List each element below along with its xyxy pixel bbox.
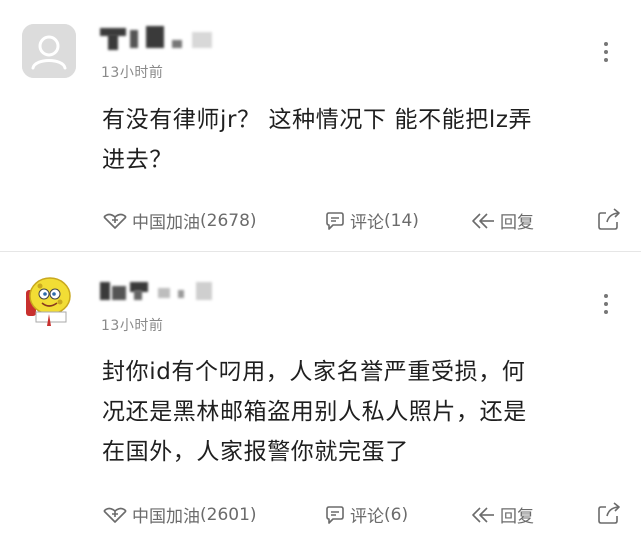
username-blurred[interactable] xyxy=(100,24,220,54)
comment-actions: 中国加油 (2678) 评论 (14) 回复 xyxy=(102,208,624,234)
comment-time: 13小时前 xyxy=(101,65,164,81)
comment-bubble-icon xyxy=(326,211,344,230)
reply-arrow-icon xyxy=(472,506,494,523)
support-label: 中国加油 xyxy=(132,213,200,233)
comment-button[interactable]: 评论 (14) xyxy=(324,208,419,233)
support-count: (2601) xyxy=(200,504,257,525)
reply-label: 回复 xyxy=(500,507,534,527)
comment-count: (6) xyxy=(384,504,409,525)
more-vertical-icon[interactable] xyxy=(600,42,612,66)
comment-button[interactable]: 评论 (6) xyxy=(324,502,408,527)
support-button[interactable]: 中国加油 (2678) xyxy=(102,208,257,233)
share-button[interactable] xyxy=(596,502,626,526)
comment-count: (14) xyxy=(384,210,419,231)
comment-text: 封你id有个叼用，人家名誉严重受损，何 况还是黑林邮箱盗用别人私人照片，还是 在… xyxy=(102,352,622,472)
default-user-avatar-icon xyxy=(22,24,76,78)
reply-button[interactable]: 回复 xyxy=(470,502,534,527)
support-button[interactable]: 中国加油 (2601) xyxy=(102,502,257,527)
reply-label: 回复 xyxy=(500,213,534,233)
comment-label: 评论 xyxy=(350,213,384,233)
heart-plus-icon xyxy=(103,507,127,523)
reply-button[interactable]: 回复 xyxy=(470,208,534,233)
comment-text-line: 况还是黑林邮箱盗用别人私人照片，还是 xyxy=(102,399,527,425)
comment-item: 13小时前 有没有律师jr？ 这种情况下 能不能把lz弄 进去？ 中国加油 (2… xyxy=(0,0,641,252)
avatar[interactable] xyxy=(22,274,76,328)
support-count: (2678) xyxy=(200,210,257,231)
share-button[interactable] xyxy=(596,208,626,232)
comment-item: 13小时前 封你id有个叼用，人家名誉严重受损，何 况还是黑林邮箱盗用别人私人照… xyxy=(0,252,641,535)
heart-plus-icon xyxy=(103,213,127,229)
cartoon-sponge-avatar-icon xyxy=(26,277,71,326)
comment-time: 13小时前 xyxy=(101,318,164,334)
comment-bubble-icon xyxy=(326,505,344,524)
support-label: 中国加油 xyxy=(132,507,200,527)
comment-text: 有没有律师jr？ 这种情况下 能不能把lz弄 进去？ xyxy=(102,100,622,180)
username-blurred[interactable] xyxy=(100,276,220,306)
comment-label: 评论 xyxy=(350,507,384,527)
comment-text-line: 在国外，人家报警你就完蛋了 xyxy=(102,439,409,465)
reply-arrow-icon xyxy=(472,212,494,229)
more-vertical-icon[interactable] xyxy=(600,294,612,318)
comment-text-line: 有没有律师jr？ 这种情况下 能不能把lz弄 xyxy=(102,107,533,133)
share-icon xyxy=(598,208,620,230)
share-icon xyxy=(598,502,620,524)
comment-text-line: 进去？ xyxy=(102,147,173,173)
avatar[interactable] xyxy=(22,24,76,78)
comment-actions: 中国加油 (2601) 评论 (6) 回复 xyxy=(102,502,624,528)
comment-text-line: 封你id有个叼用，人家名誉严重受损，何 xyxy=(102,359,526,385)
